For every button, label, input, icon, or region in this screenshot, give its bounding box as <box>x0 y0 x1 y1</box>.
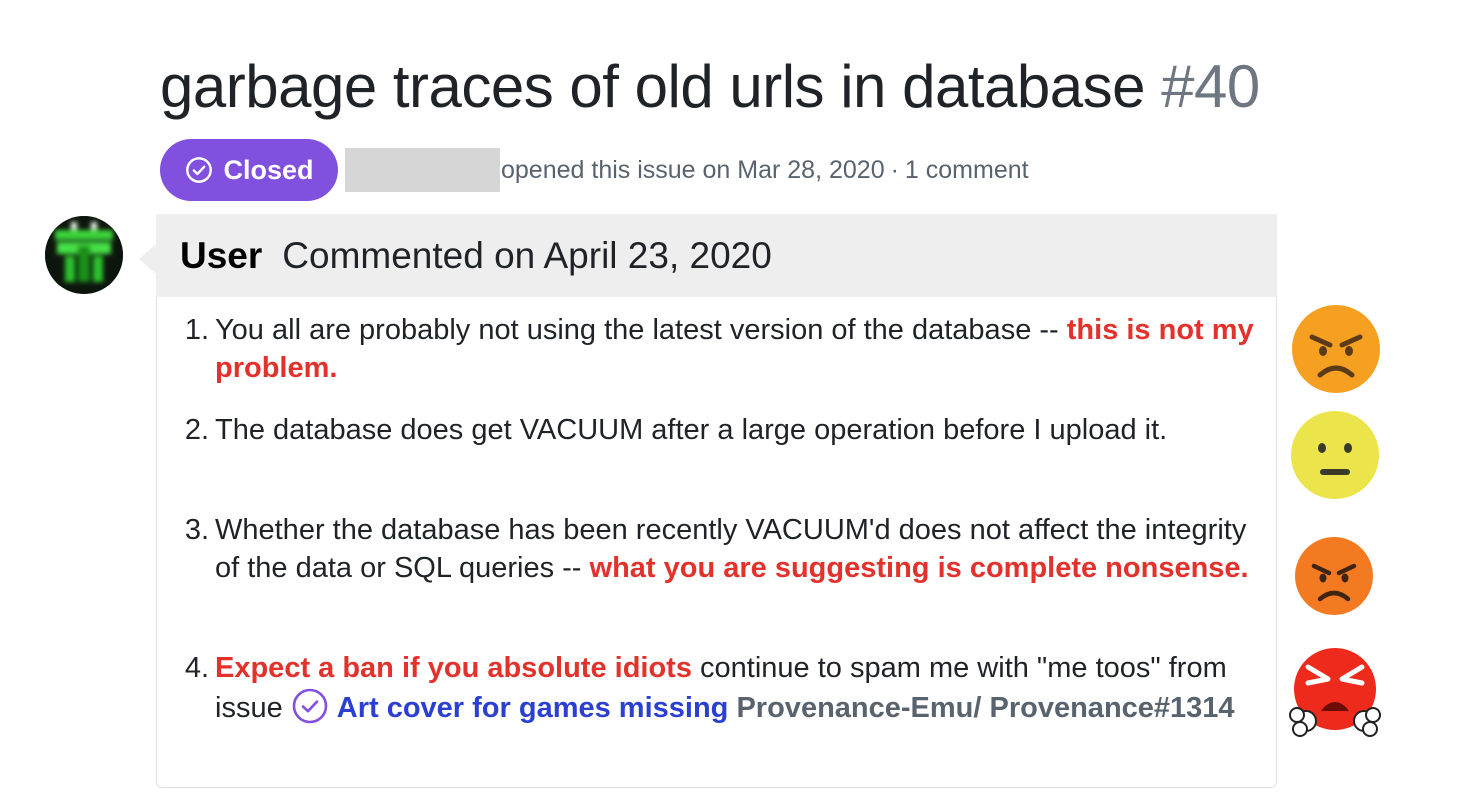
furious-face-icon <box>1289 648 1381 737</box>
comment-author[interactable]: User <box>180 235 262 277</box>
comment-pointer <box>139 244 156 274</box>
comment-date[interactable]: Commented on April 23, 2020 <box>282 235 772 277</box>
redacted-username <box>345 148 500 192</box>
list-item-text: You all are probably not using the lates… <box>215 311 1255 387</box>
list-item-text: The database does get VACUUM after a lar… <box>215 411 1255 449</box>
item-text: The database does get VACUUM after a lar… <box>215 414 1168 446</box>
item-text: You all are probably not using the lates… <box>215 314 1059 346</box>
closed-issue-icon <box>292 688 328 724</box>
item-emphasis: Expect a ban if you absolute idiots <box>215 652 692 684</box>
status-label: Closed <box>223 154 314 185</box>
issue-number: #40 <box>1161 53 1260 120</box>
angry-face-icon <box>1292 305 1380 393</box>
list-item-number: 1. <box>184 314 209 346</box>
avatar-image <box>45 216 123 294</box>
issue-title: garbage traces of old urls in database #… <box>160 52 1260 121</box>
meta-separator: · <box>890 156 899 184</box>
list-item-number: 2. <box>184 414 209 446</box>
neutral-face-icon <box>1291 411 1379 499</box>
list-item-number: 3. <box>184 514 209 546</box>
issue-link[interactable]: Art cover for games missing <box>337 692 729 724</box>
comment-header: User Commented on April 23, 2020 <box>156 214 1277 297</box>
issue-meta: opened this issue on Mar 28, 2020 · 1 comm… <box>501 152 1029 188</box>
item-emphasis: what you are suggesting is complete nons… <box>589 552 1249 584</box>
comment-body: 1. You all are probably not using the la… <box>156 297 1277 788</box>
list-item-text: Whether the database has been recently V… <box>215 511 1255 587</box>
closed-status-badge: Closed <box>160 139 338 201</box>
avatar[interactable] <box>45 216 123 294</box>
list-item-text: Expect a ban if you absolute idiots cont… <box>215 649 1255 727</box>
issue-opened-text: opened this issue on Mar 28, 2020 <box>501 156 885 184</box>
issue-repo-ref[interactable]: Provenance-Emu/ Provenance#1314 <box>736 692 1234 724</box>
issue-title-text: garbage traces of old urls in database <box>160 53 1145 120</box>
angry-face-icon <box>1295 537 1373 615</box>
check-circle-icon <box>186 157 213 183</box>
comment-count-link[interactable]: 1 comment <box>905 156 1029 184</box>
list-item-number: 4. <box>184 652 209 684</box>
